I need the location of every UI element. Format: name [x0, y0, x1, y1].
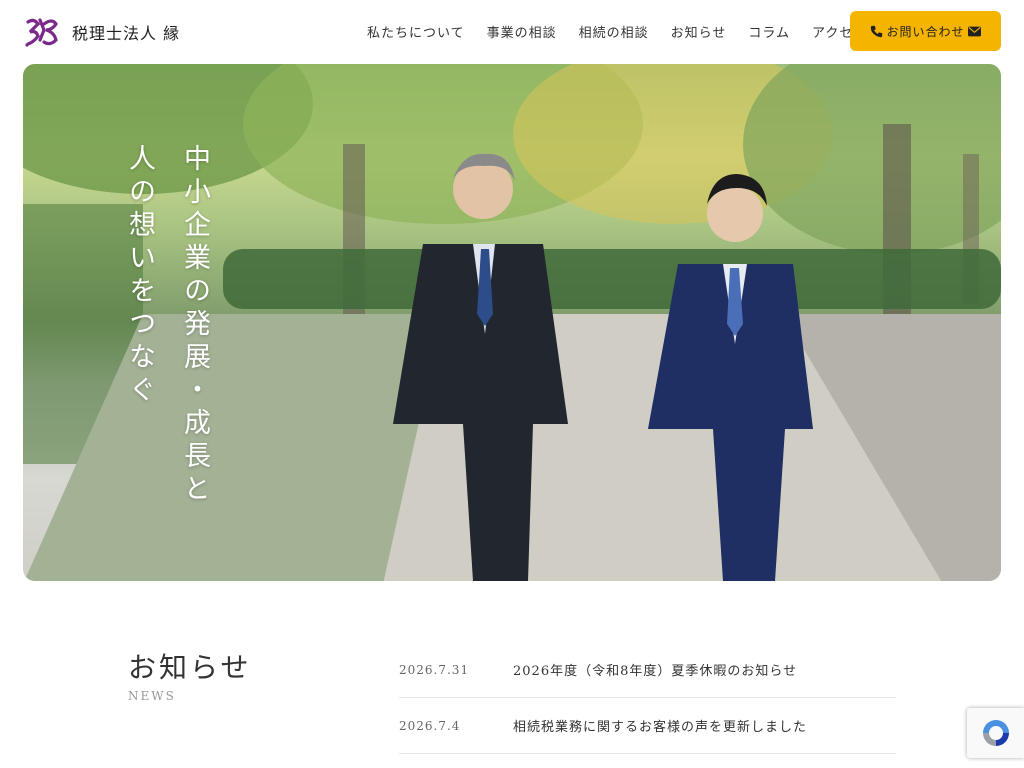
- news-item[interactable]: 2026.7.31 2026年度（令和8年度）夏季休暇のお知らせ: [399, 642, 896, 698]
- recaptcha-badge[interactable]: [967, 708, 1024, 758]
- news-date: 2026.7.31: [399, 662, 470, 677]
- mail-icon: [967, 26, 981, 36]
- nav-column[interactable]: コラム: [748, 22, 790, 41]
- nav-inheritance[interactable]: 相続の相談: [579, 22, 649, 41]
- recaptcha-icon: [982, 720, 1009, 746]
- hero-catch-line2: 人の想いをつなぐ: [124, 144, 155, 408]
- logo-mark-icon: [25, 18, 58, 47]
- news-item[interactable]: 2026.7.4 相続税業務に関するお客様の声を更新しました: [399, 698, 896, 754]
- site-header: 税理士法人 縁 私たちについて 事業の相談 相続の相談 お知らせ コラム アクセ…: [0, 0, 1024, 63]
- news-headline[interactable]: 2026年度（令和8年度）夏季休暇のお知らせ: [513, 660, 797, 679]
- contact-label: お問い合わせ: [886, 24, 965, 39]
- nav-about[interactable]: 私たちについて: [367, 22, 465, 41]
- phone-icon: [871, 25, 883, 37]
- news-list: 2026.7.31 2026年度（令和8年度）夏季休暇のお知らせ 2026.7.…: [399, 642, 896, 754]
- contact-button[interactable]: お問い合わせ: [850, 11, 1001, 51]
- news-subtitle: NEWS: [128, 689, 176, 703]
- nav-business[interactable]: 事業の相談: [487, 22, 557, 41]
- brand-name: 税理士法人 縁: [72, 24, 181, 43]
- news-date: 2026.7.4: [399, 718, 461, 733]
- hero-photo: [23, 64, 1001, 581]
- hero-catch-line1: 中小企業の発展・成長と: [179, 144, 210, 507]
- news-title: お知らせ: [128, 651, 252, 684]
- hero-image: 中小企業の発展・成長と 人の想いをつなぐ: [23, 64, 1001, 581]
- site-logo[interactable]: 税理士法人 縁: [24, 16, 180, 48]
- news-headline[interactable]: 相続税業務に関するお客様の声を更新しました: [513, 716, 807, 735]
- main-nav: 私たちについて 事業の相談 相続の相談 お知らせ コラム アクセス: [367, 22, 889, 41]
- nav-news[interactable]: お知らせ: [671, 22, 727, 41]
